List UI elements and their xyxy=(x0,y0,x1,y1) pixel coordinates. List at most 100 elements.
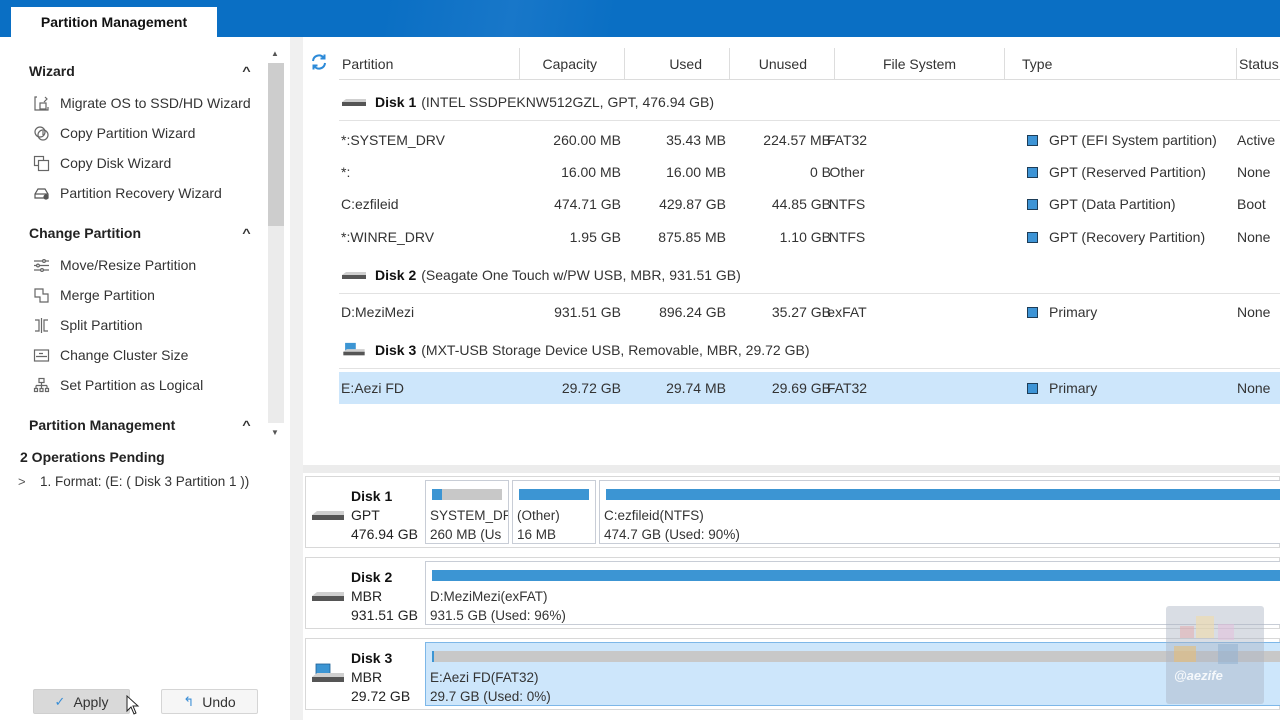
disk-map-card[interactable]: Disk 2 MBR 931.51 GB D:MeziMezi(exFAT) 9… xyxy=(305,557,1280,629)
menu-item-migrate-os[interactable]: Migrate OS to SSD/HD Wizard xyxy=(32,91,251,115)
disk-name: Disk 2 xyxy=(375,267,417,283)
disk-detail: (Seagate One Touch w/PW USB, MBR, 931.51… xyxy=(421,267,741,283)
tab-partition-management[interactable]: Partition Management xyxy=(11,7,217,37)
partition-block-selected[interactable]: E:Aezi FD(FAT32) 29.7 GB (Used: 0%) xyxy=(425,642,1280,706)
apply-button-label: Apply xyxy=(73,693,109,710)
column-header-partition[interactable]: Partition xyxy=(342,48,519,80)
apply-button[interactable]: ✓ Apply xyxy=(33,689,130,714)
partition-type-swatch-icon xyxy=(1027,199,1038,210)
partition-block-detail: 474.7 GB (Used: 90%) xyxy=(604,527,740,542)
section-partition-management[interactable]: Partition Management ^ xyxy=(29,414,254,436)
menu-item-set-logical[interactable]: Set Partition as Logical xyxy=(32,373,203,397)
merge-icon xyxy=(32,286,50,304)
column-header-used[interactable]: Used xyxy=(624,48,729,80)
collapse-caret-icon[interactable]: ^ xyxy=(242,226,250,240)
partition-block-label: SYSTEM_DR xyxy=(430,508,509,523)
cell-partition: *: xyxy=(341,164,351,180)
menu-item-copy-disk[interactable]: Copy Disk Wizard xyxy=(32,151,171,175)
menu-item-label: Migrate OS to SSD/HD Wizard xyxy=(60,95,251,111)
migrate-os-icon xyxy=(32,94,50,112)
cell-type: Primary xyxy=(1027,296,1097,328)
cell-type: Primary xyxy=(1027,372,1097,404)
cell-partition: *:WINRE_DRV xyxy=(341,229,435,245)
partition-block[interactable]: (Other) 16 MB xyxy=(512,480,596,544)
undo-button[interactable]: ↰ Undo xyxy=(161,689,258,714)
usage-bar xyxy=(432,489,502,500)
menu-item-merge[interactable]: Merge Partition xyxy=(32,283,155,307)
collapse-caret-icon[interactable]: ^ xyxy=(242,418,250,432)
cell-type: GPT (Reserved Partition) xyxy=(1027,156,1206,188)
section-wizard-title: Wizard xyxy=(29,63,75,79)
menu-item-split[interactable]: Split Partition xyxy=(32,313,142,337)
section-change-partition[interactable]: Change Partition ^ xyxy=(29,222,254,244)
menu-item-label: Copy Disk Wizard xyxy=(60,155,172,171)
cell-partition: E:Aezi FD xyxy=(341,380,405,396)
partition-block[interactable]: SYSTEM_DR 260 MB (Us xyxy=(425,480,509,544)
disk-map-scheme: MBR xyxy=(351,588,383,604)
partition-row-selected[interactable]: E:Aezi FD 29.72 GB 29.74 MB 29.69 GB FAT… xyxy=(339,372,1280,404)
disk-detail: (INTEL SSDPEKNW512GZL, GPT, 476.94 GB) xyxy=(421,94,715,110)
menu-item-move-resize[interactable]: Move/Resize Partition xyxy=(32,253,196,277)
pane-divider[interactable] xyxy=(303,465,1280,473)
cell-type-label: GPT (Data Partition) xyxy=(1049,196,1176,212)
cell-capacity: 931.51 GB xyxy=(554,304,621,320)
collapse-caret-icon[interactable]: ^ xyxy=(242,64,250,78)
column-header-file-system[interactable]: File System xyxy=(834,48,1004,80)
partition-row[interactable]: *:SYSTEM_DRV 260.00 MB 35.43 MB 224.57 M… xyxy=(339,124,1280,156)
section-change-partition-title: Change Partition xyxy=(29,225,142,241)
partition-list: Partition Capacity Used Unused File Syst… xyxy=(303,37,1280,465)
hard-disk-icon xyxy=(342,272,366,279)
partition-row[interactable]: *: 16.00 MB 16.00 MB 0 B Other GPT (Rese… xyxy=(339,156,1280,188)
pending-operation-label: 1. Format: (E: ( Disk 3 Partition 1 )) xyxy=(40,474,250,489)
disk-map-scheme: MBR xyxy=(351,669,383,685)
partition-block-detail: 16 MB xyxy=(517,527,557,542)
cell-capacity: 16.00 MB xyxy=(561,164,621,180)
cell-used: 875.85 MB xyxy=(658,229,726,245)
panel-splitter[interactable] xyxy=(290,37,303,720)
usage-bar xyxy=(519,489,589,500)
cell-capacity: 260.00 MB xyxy=(553,132,621,148)
cell-used: 896.24 GB xyxy=(659,304,726,320)
cell-capacity: 29.72 GB xyxy=(561,380,621,396)
watermark-logo: @aezife xyxy=(1166,606,1264,704)
menu-item-partition-recovery[interactable]: Partition Recovery Wizard xyxy=(32,181,222,205)
refresh-icon[interactable] xyxy=(310,53,328,71)
pending-operation-item[interactable]: > 1. Format: (E: ( Disk 3 Partition 1 )) xyxy=(18,474,249,489)
expand-chevron-icon[interactable]: > xyxy=(18,474,30,489)
section-wizard[interactable]: Wizard ^ xyxy=(29,60,254,82)
disk-map-card[interactable]: Disk 1 GPT 476.94 GB SYSTEM_DR 260 MB (U… xyxy=(305,476,1280,548)
hard-disk-icon xyxy=(342,99,366,106)
cluster-size-icon xyxy=(32,346,50,364)
divider xyxy=(339,120,1280,121)
partition-block-label: D:MeziMezi(exFAT) xyxy=(430,589,548,604)
usb-drive-icon xyxy=(312,663,344,682)
usage-bar-fill xyxy=(519,489,589,500)
disk-map-name: Disk 3 xyxy=(351,650,393,666)
disk-header-row[interactable]: Disk 3 (MXT-USB Storage Device USB, Remo… xyxy=(340,334,810,366)
column-header-type[interactable]: Type xyxy=(1004,48,1236,80)
section-partition-management-title: Partition Management xyxy=(29,417,176,433)
partition-block[interactable]: D:MeziMezi(exFAT) 931.5 GB (Used: 96%) xyxy=(425,561,1280,625)
disk-header-row[interactable]: Disk 1 (INTEL SSDPEKNW512GZL, GPT, 476.9… xyxy=(340,86,714,118)
column-header-status[interactable]: Status xyxy=(1236,48,1280,80)
menu-item-copy-partition[interactable]: Copy Partition Wizard xyxy=(32,121,195,145)
menu-item-label: Change Cluster Size xyxy=(60,347,189,363)
disk-map-card[interactable]: Disk 3 MBR 29.72 GB E:Aezi FD(FAT32) 29.… xyxy=(305,638,1280,710)
scroll-down-arrow-icon[interactable]: ▼ xyxy=(271,429,279,437)
disk-map-info: Disk 2 MBR 931.51 GB xyxy=(306,558,423,628)
partition-row[interactable]: C:ezfileid 474.71 GB 429.87 GB 44.85 GB … xyxy=(339,188,1280,220)
action-panel-scrollbar[interactable]: ▲ ▼ xyxy=(266,47,284,441)
scroll-up-arrow-icon[interactable]: ▲ xyxy=(271,50,279,58)
usage-bar xyxy=(432,570,1280,581)
partition-row[interactable]: D:MeziMezi 931.51 GB 896.24 GB 35.27 GB … xyxy=(339,296,1280,328)
undo-arrow-icon: ↰ xyxy=(183,693,195,709)
scrollbar-thumb[interactable] xyxy=(268,63,284,226)
menu-item-cluster-size[interactable]: Change Cluster Size xyxy=(32,343,188,367)
partition-type-swatch-icon xyxy=(1027,232,1038,243)
partition-row[interactable]: *:WINRE_DRV 1.95 GB 875.85 MB 1.10 GB NT… xyxy=(339,221,1280,253)
cell-used: 29.74 MB xyxy=(666,380,726,396)
column-header-unused[interactable]: Unused xyxy=(729,48,834,80)
column-header-capacity[interactable]: Capacity xyxy=(519,48,624,80)
partition-block[interactable]: C:ezfileid(NTFS) 474.7 GB (Used: 90%) xyxy=(599,480,1280,544)
disk-header-row[interactable]: Disk 2 (Seagate One Touch w/PW USB, MBR,… xyxy=(340,259,741,291)
